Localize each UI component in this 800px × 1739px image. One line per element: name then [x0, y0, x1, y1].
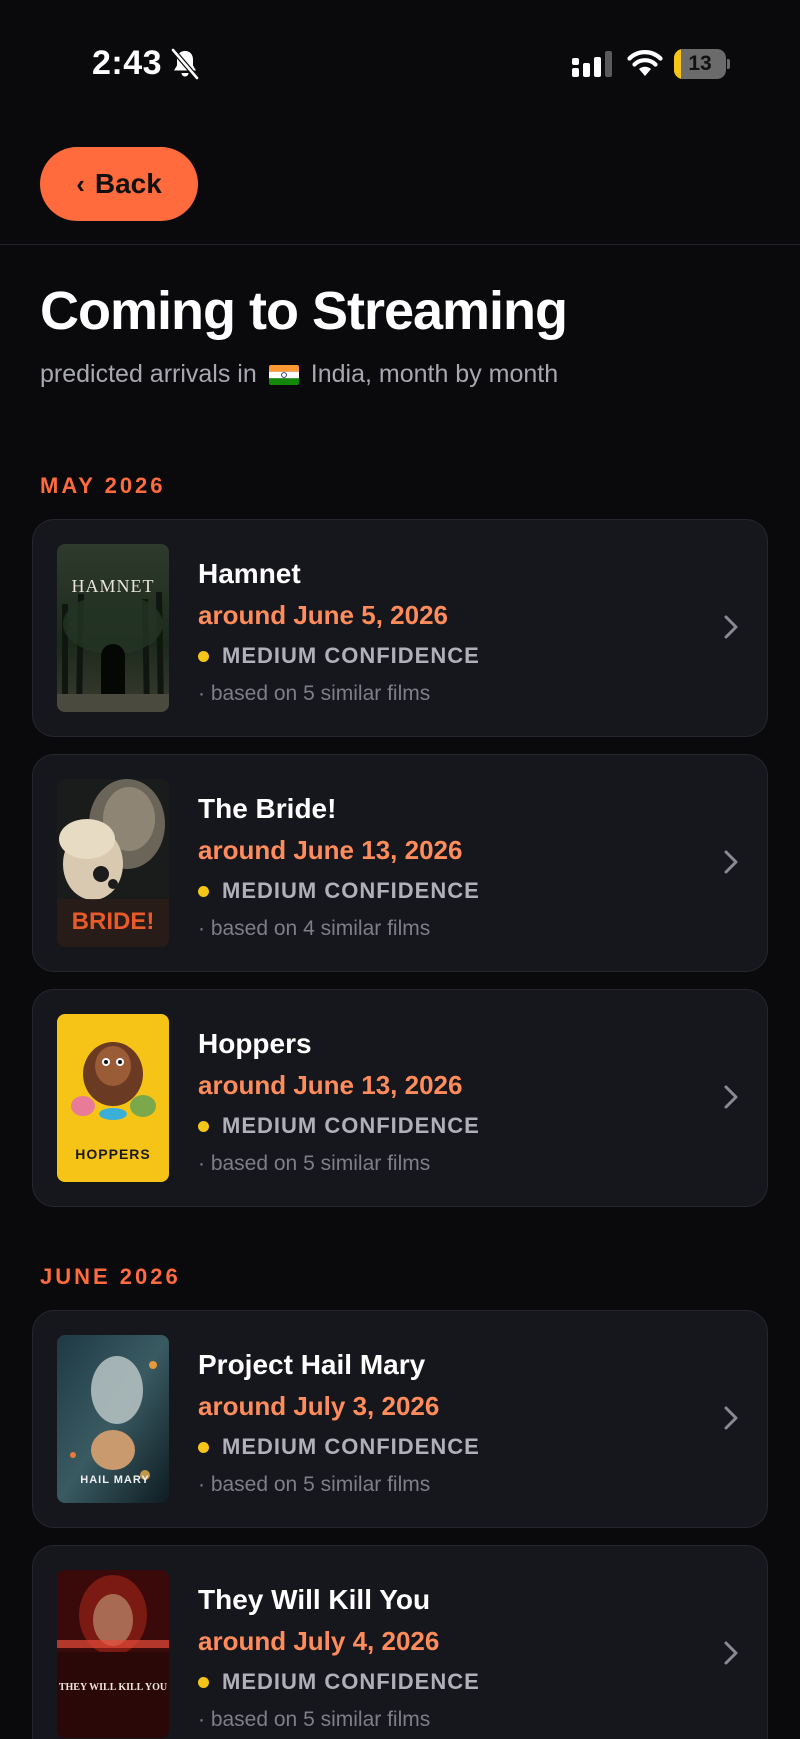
confidence-badge: MEDIUM CONFIDENCE [198, 1427, 480, 1467]
poster-they-will-kill-you: THEY WILL KILL YOU [57, 1570, 169, 1738]
arrival-date: around July 3, 2026 [198, 1391, 440, 1421]
bell-slash-icon [171, 48, 199, 80]
film-info: They Will Kill You around July 4, 2026 M… [198, 1580, 480, 1738]
film-info: Hoppers around June 13, 2026 MEDIUM CONF… [198, 1024, 480, 1182]
arrival-date: around June 5, 2026 [198, 600, 448, 630]
confidence-dot-icon [198, 885, 209, 897]
poster-hamnet: HAMNET [57, 544, 169, 712]
back-button[interactable]: ‹ Back [40, 147, 198, 221]
film-card-hoppers[interactable]: HOPPERS Hoppers around June 13, 2026 MED… [32, 989, 768, 1207]
basis-text: · based on 5 similar films [198, 1708, 431, 1731]
confidence-badge: MEDIUM CONFIDENCE [198, 1662, 480, 1702]
screen: 2:43 13 ‹ Back Coming to Streaming predi… [0, 0, 800, 1739]
chevron-right-icon [724, 1085, 738, 1109]
confidence-badge: MEDIUM CONFIDENCE [198, 1106, 480, 1146]
signal-icon [572, 51, 612, 77]
confidence-badge: MEDIUM CONFIDENCE [198, 871, 480, 911]
film-card-hamnet[interactable]: HAMNET Hamnet around June 5, 2026 MEDIUM… [32, 519, 768, 737]
confidence-text: MEDIUM CONFIDENCE [222, 643, 480, 668]
arrival-date: around June 13, 2026 [198, 1070, 463, 1100]
battery-cap [727, 59, 730, 69]
basis-text: · based on 5 similar films [198, 1152, 431, 1175]
film-title: Hoppers [198, 1028, 312, 1059]
arrival-date: around June 13, 2026 [198, 835, 463, 865]
chevron-right-icon [724, 615, 738, 639]
poster-hamnet-text: HAMNET [72, 576, 155, 596]
film-info: The Bride! around June 13, 2026 MEDIUM C… [198, 789, 480, 947]
poster-hoppers: HOPPERS [57, 1014, 169, 1182]
film-info: Project Hail Mary around July 3, 2026 ME… [198, 1345, 480, 1503]
film-title: Project Hail Mary [198, 1349, 426, 1380]
confidence-badge: MEDIUM CONFIDENCE [198, 636, 480, 676]
poster-hoppers-text: HOPPERS [75, 1146, 150, 1162]
basis-text: · based on 4 similar films [198, 917, 431, 940]
status-time: 2:43 [92, 44, 163, 82]
film-title: Hamnet [198, 558, 301, 589]
page-subtitle: predicted arrivals in India, month by mo… [40, 360, 558, 389]
subtitle-text: predicted arrivals in [40, 360, 257, 388]
month-header: JUNE 2026 [40, 1264, 181, 1289]
status-bar: 2:43 13 [0, 0, 800, 130]
poster-twky-text: THEY WILL KILL YOU [59, 1682, 167, 1693]
film-card-the-bride[interactable]: BRIDE! The Bride! around June 13, 2026 M… [32, 754, 768, 972]
chevron-right-icon [724, 1641, 738, 1665]
month-header: MAY 2026 [40, 473, 166, 498]
nav-bar: ‹ Back [0, 130, 800, 245]
film-card-they-will-kill-you[interactable]: THEY WILL KILL YOU They Will Kill You ar… [32, 1545, 768, 1739]
confidence-text: MEDIUM CONFIDENCE [222, 1669, 480, 1694]
back-label: Back [94, 168, 162, 199]
confidence-dot-icon [198, 1120, 209, 1132]
battery-icon: 13 [674, 49, 730, 79]
arrival-date: around July 4, 2026 [198, 1626, 440, 1656]
basis-text: · based on 5 similar films [198, 682, 431, 705]
film-info: Hamnet around June 5, 2026 MEDIUM CONFID… [198, 554, 480, 712]
confidence-dot-icon [198, 1441, 209, 1453]
india-flag-icon [268, 364, 299, 385]
poster-bride-text: BRIDE! [72, 908, 155, 935]
subtitle-country: India, month by month [310, 360, 559, 388]
battery-body: 13 [674, 49, 726, 79]
basis-text: · based on 5 similar films [198, 1473, 431, 1496]
chevron-right-icon [724, 1406, 738, 1430]
film-title: The Bride! [198, 793, 337, 824]
chevron-left-icon: ‹ [76, 169, 85, 199]
confidence-dot-icon [198, 650, 209, 662]
battery-level: 13 [688, 52, 712, 75]
chevron-right-icon [724, 850, 738, 874]
confidence-dot-icon [198, 1676, 209, 1688]
film-card-project-hail-mary[interactable]: HAIL MARY Project Hail Mary around July … [32, 1310, 768, 1528]
poster-hailmary-text: HAIL MARY [80, 1474, 150, 1486]
wifi-icon [627, 50, 663, 76]
poster-project-hail-mary: HAIL MARY [57, 1335, 169, 1503]
confidence-text: MEDIUM CONFIDENCE [222, 1113, 480, 1138]
confidence-text: MEDIUM CONFIDENCE [222, 1434, 480, 1459]
film-title: They Will Kill You [198, 1584, 431, 1615]
poster-the-bride: BRIDE! [57, 779, 169, 947]
confidence-text: MEDIUM CONFIDENCE [222, 878, 480, 903]
page-title: Coming to Streaming [40, 281, 568, 341]
